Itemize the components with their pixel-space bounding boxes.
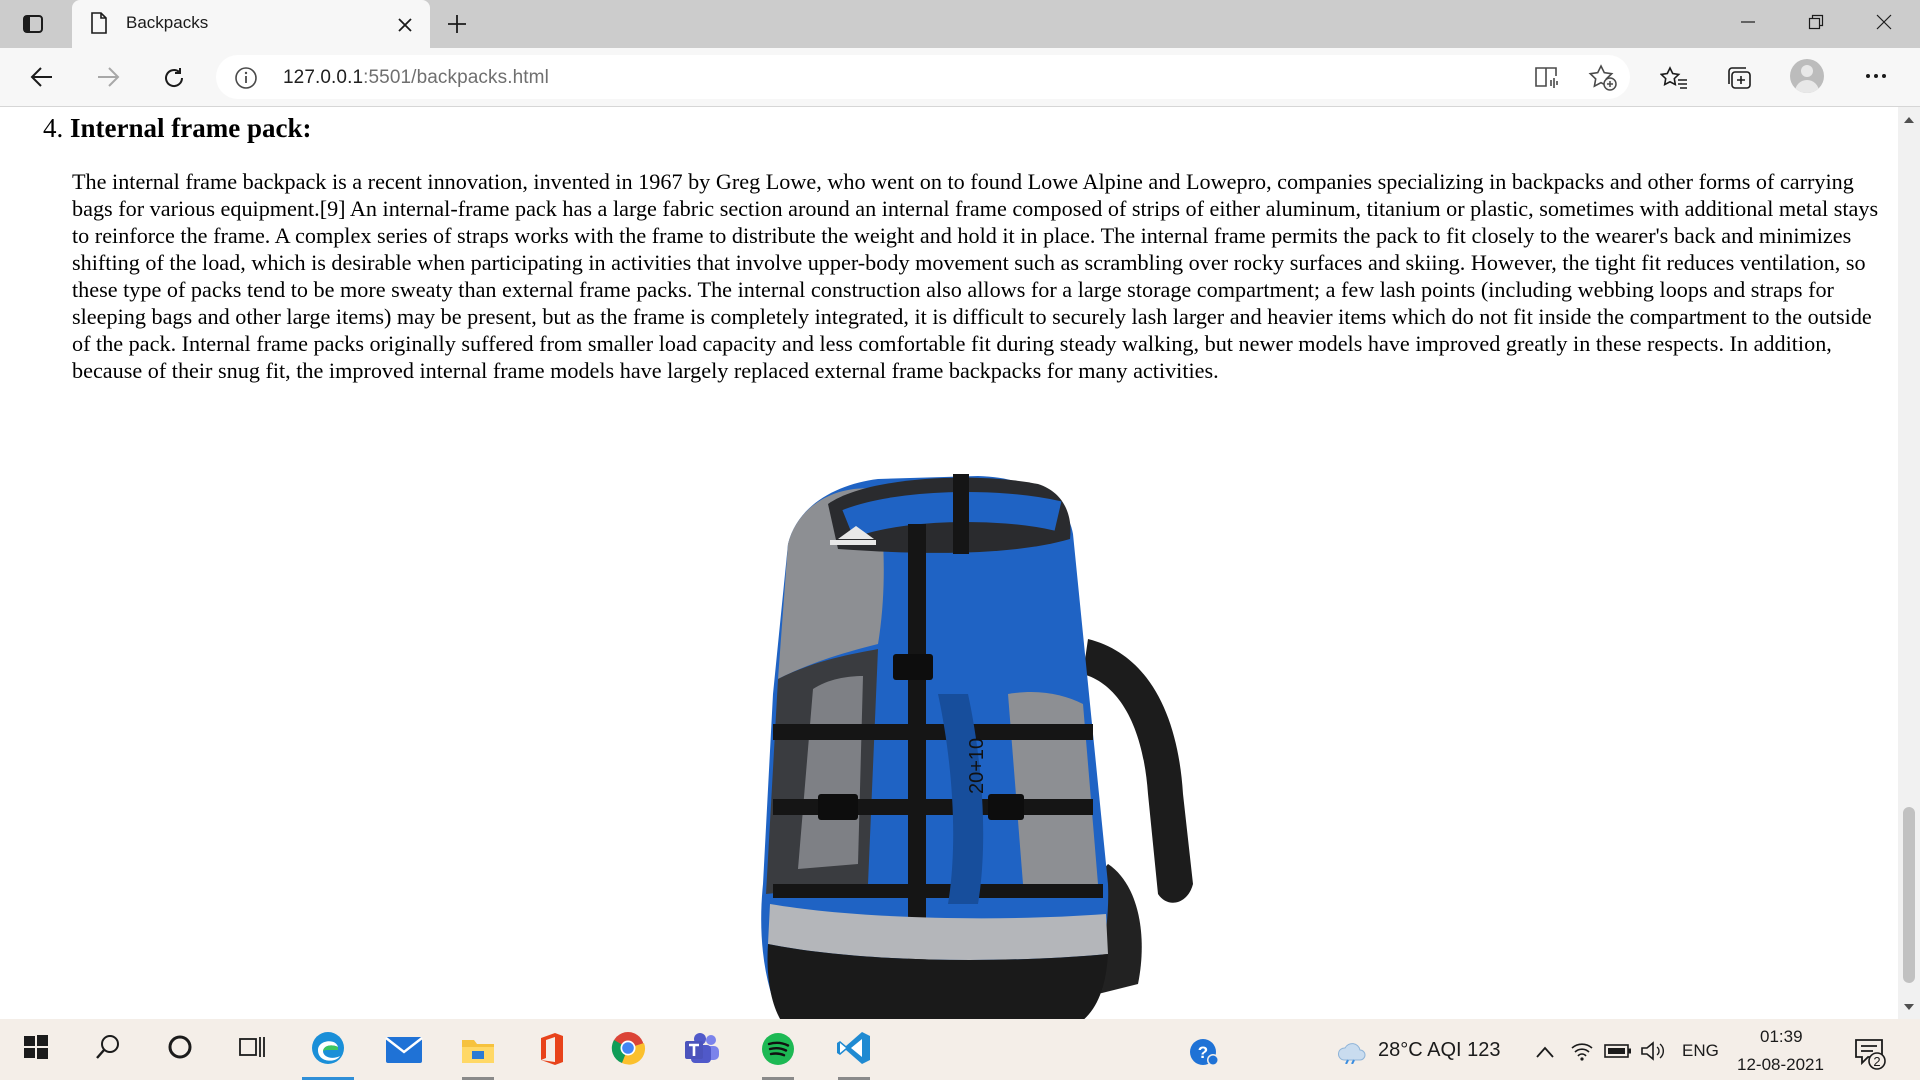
refresh-icon (165, 68, 184, 87)
page-content[interactable]: 4. Internal frame pack: The internal fra… (0, 107, 1898, 1019)
help-icon[interactable]: ? (1188, 1036, 1220, 1068)
chevron-up-icon[interactable] (1535, 1045, 1555, 1059)
taskbar-chrome[interactable] (598, 1019, 658, 1080)
favorites-icon (1660, 66, 1687, 89)
profile-avatar[interactable] (1790, 59, 1824, 93)
back-button[interactable] (22, 58, 62, 96)
start-button[interactable] (6, 1019, 66, 1080)
vscode-icon (837, 1032, 870, 1064)
windows-start-icon (24, 1035, 48, 1059)
svg-text:?: ? (1198, 1043, 1208, 1062)
url-host: 127.0.0.1 (283, 67, 364, 88)
file-explorer-icon (462, 1040, 494, 1063)
favorites-button[interactable] (1654, 58, 1694, 96)
close-icon (398, 18, 412, 32)
url-text[interactable]: 127.0.0.1:5501/backpacks.html (283, 67, 549, 89)
section-paragraph: The internal frame backpack is a recent … (72, 169, 1879, 383)
site-info-icon[interactable] (234, 66, 258, 90)
new-tab-button[interactable] (440, 8, 474, 40)
close-tab-button[interactable] (392, 12, 418, 38)
close-window-icon (1876, 14, 1892, 30)
url-path: :5501/backpacks.html (363, 67, 549, 88)
edge-icon (312, 1032, 344, 1064)
plus-icon (448, 15, 466, 33)
tab-strip: Backpacks (0, 0, 1920, 48)
forward-arrow-icon (98, 67, 120, 87)
cortana-button[interactable] (150, 1019, 210, 1080)
scroll-down-arrow-icon[interactable] (1903, 1002, 1915, 1012)
more-icon (1866, 74, 1886, 78)
backpack-print-text: 20+10 (966, 738, 988, 794)
taskbar-teams[interactable] (672, 1019, 732, 1080)
battery-icon[interactable] (1604, 1043, 1632, 1059)
address-bar[interactable]: 127.0.0.1:5501/backpacks.html (216, 55, 1630, 99)
tab-backpacks[interactable]: Backpacks (72, 0, 430, 48)
wifi-icon[interactable] (1570, 1040, 1594, 1062)
taskbar-mail[interactable] (374, 1019, 434, 1080)
scrollbar-thumb[interactable] (1903, 807, 1915, 983)
minimize-button[interactable] (1714, 0, 1782, 44)
search-icon (96, 1035, 119, 1059)
taskbar-spotify[interactable] (748, 1019, 808, 1080)
forward-button[interactable] (88, 58, 128, 96)
backpack-image: 20+10 (678, 464, 1278, 1019)
taskbar: ? 28°C AQI 123 ENG 01:39 12-08-2021 2 (0, 1019, 1920, 1080)
heading-text: Internal frame pack: (70, 113, 312, 143)
taskbar-office[interactable] (522, 1019, 582, 1080)
notification-count: 2 (1873, 1054, 1880, 1069)
avatar-body (1795, 80, 1819, 93)
collections-button[interactable] (1720, 58, 1760, 96)
read-aloud-icon[interactable] (1534, 64, 1564, 90)
avatar-head (1801, 65, 1813, 77)
task-view-button[interactable] (222, 1019, 282, 1080)
office-icon (541, 1033, 563, 1065)
language-indicator[interactable]: ENG (1682, 1041, 1719, 1061)
mail-icon (385, 1037, 423, 1063)
page-icon (90, 12, 108, 34)
taskbar-file-explorer[interactable] (448, 1019, 508, 1080)
settings-more-button[interactable] (1856, 58, 1896, 96)
clock-time[interactable]: 01:39 (1760, 1027, 1803, 1047)
tab-actions-icon (23, 15, 43, 33)
restore-icon (1808, 14, 1824, 30)
restore-button[interactable] (1782, 0, 1850, 44)
teams-icon (685, 1033, 719, 1063)
chrome-icon (611, 1032, 646, 1065)
tab-title: Backpacks (126, 13, 209, 32)
tab-actions-button[interactable] (14, 8, 54, 40)
browser-toolbar: 127.0.0.1:5501/backpacks.html (0, 48, 1920, 107)
refresh-button[interactable] (154, 58, 194, 96)
minimize-icon (1741, 21, 1755, 23)
task-view-icon (239, 1037, 265, 1057)
volume-icon[interactable] (1640, 1040, 1666, 1062)
weather-text[interactable]: 28°C AQI 123 (1378, 1039, 1501, 1062)
back-arrow-icon (30, 67, 52, 87)
notification-icon: 2 (1855, 1039, 1886, 1070)
spotify-icon (762, 1033, 794, 1065)
section-heading: 4. Internal frame pack: (43, 113, 311, 144)
scroll-up-arrow-icon[interactable] (1903, 115, 1915, 125)
weather-icon[interactable] (1336, 1040, 1368, 1064)
action-center-button[interactable]: 2 (1854, 1037, 1888, 1071)
taskbar-edge[interactable] (298, 1019, 358, 1080)
taskbar-search-button[interactable] (78, 1019, 138, 1080)
heading-number: 4. (43, 113, 64, 143)
cortana-icon (168, 1035, 192, 1059)
clock-date[interactable]: 12-08-2021 (1737, 1055, 1824, 1075)
add-favorite-icon[interactable] (1588, 64, 1618, 91)
collections-icon (1728, 67, 1751, 89)
vertical-scrollbar[interactable] (1898, 107, 1920, 1019)
close-window-button[interactable] (1850, 0, 1918, 44)
taskbar-vscode[interactable] (824, 1019, 884, 1080)
